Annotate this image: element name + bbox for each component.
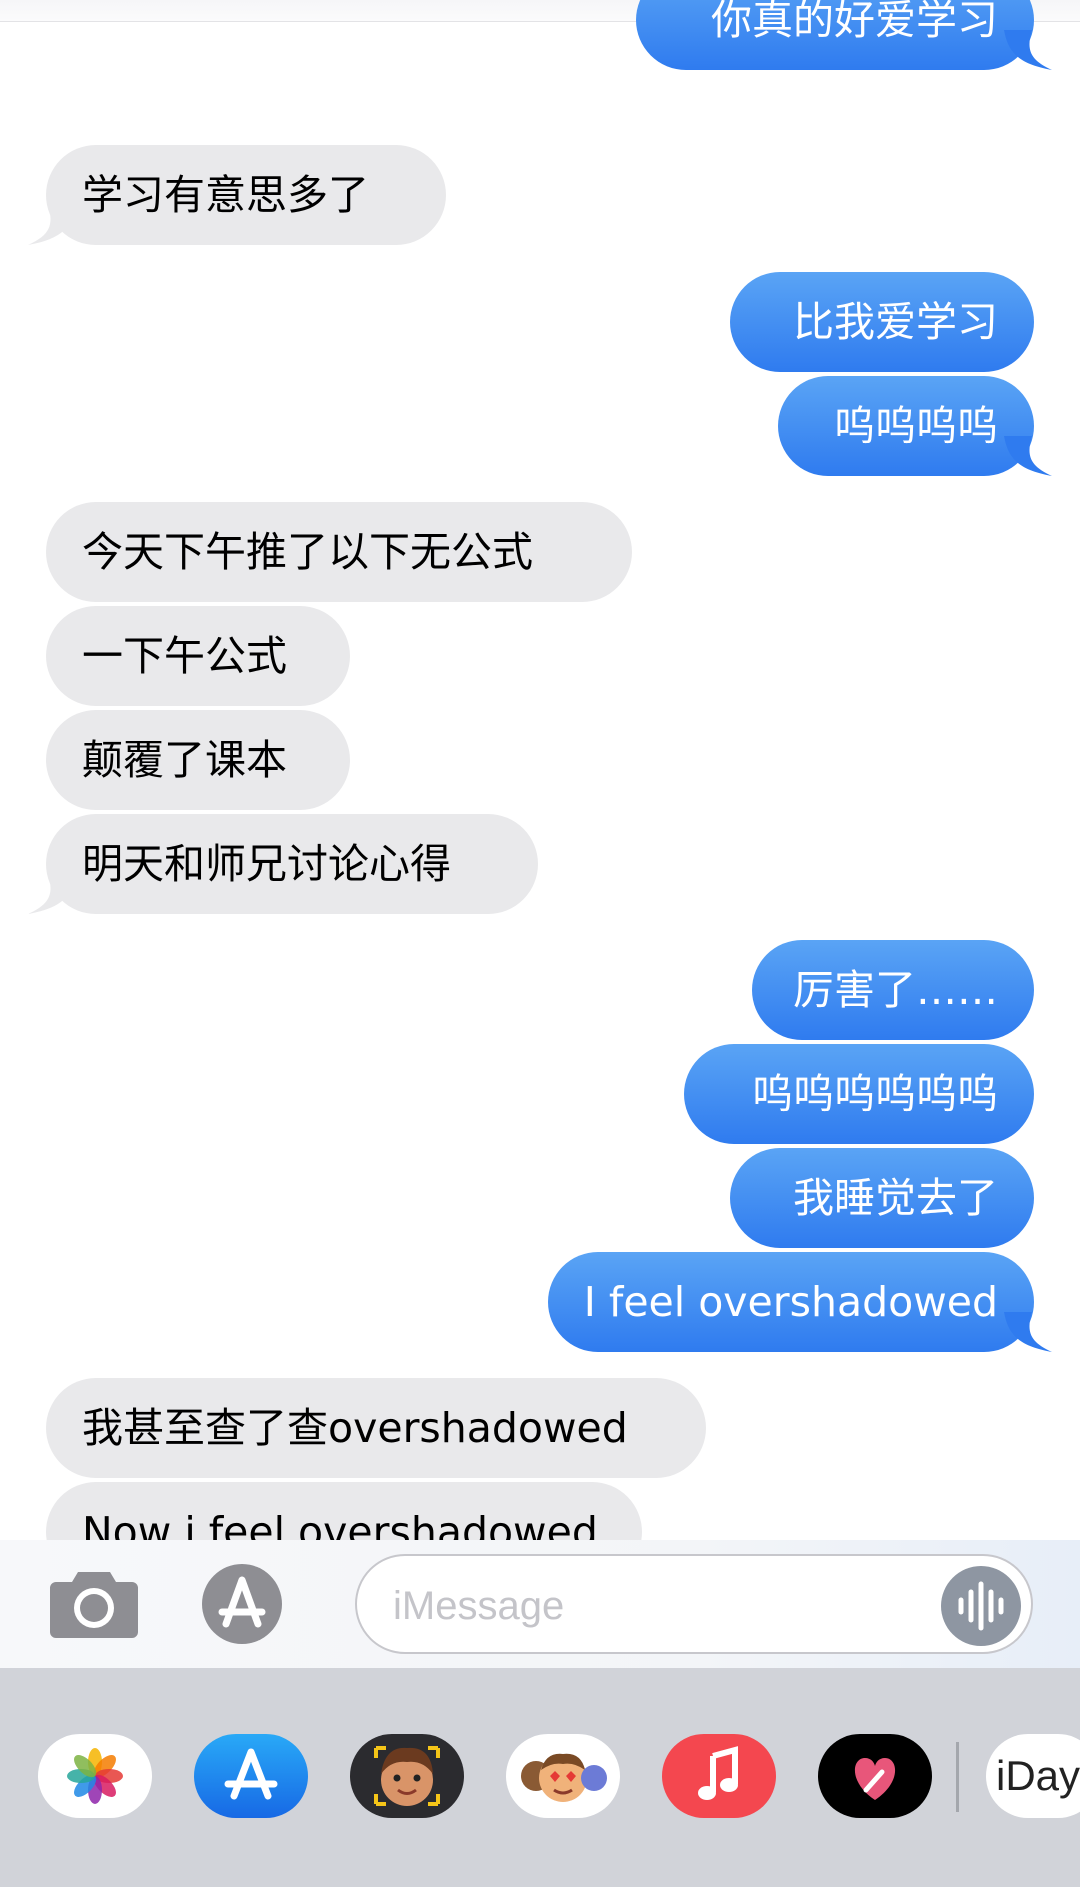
outgoing-bubble-tail bbox=[1004, 30, 1052, 70]
message-thread[interactable]: 你真的好爱学习学习有意思多了比我爱学习 呜呜呜呜今天下午推了以下无公式 一下午公式颠… bbox=[0, 0, 1080, 1540]
heart-icon bbox=[854, 1758, 896, 1800]
animoji-icon bbox=[521, 1753, 607, 1802]
incoming-bubble-tail bbox=[28, 874, 76, 914]
outgoing-message-bubble[interactable]: 我睡觉去了 bbox=[730, 1148, 1034, 1248]
digital-touch-app[interactable] bbox=[818, 1734, 932, 1818]
incoming-message-bubble[interactable]: Now i feel overshadowed bbox=[46, 1482, 642, 1540]
memoji-icon bbox=[374, 1746, 440, 1806]
outgoing-message-bubble[interactable]: 呜呜呜呜呜呜 bbox=[684, 1044, 1034, 1144]
outgoing-message-bubble[interactable]: 比我爱学习 bbox=[730, 272, 1034, 372]
outgoing-message-bubble[interactable]: I feel overshadowed bbox=[547, 1252, 1034, 1352]
music-app[interactable] bbox=[662, 1734, 776, 1818]
incoming-message-bubble[interactable]: 今天下午推了以下无公式 bbox=[46, 502, 632, 602]
camera-button[interactable] bbox=[48, 1568, 140, 1640]
photos-app[interactable] bbox=[38, 1734, 152, 1818]
incoming-bubble-tail bbox=[28, 205, 76, 245]
outgoing-bubble-tail bbox=[1004, 1312, 1052, 1352]
app-store-icon bbox=[224, 1748, 278, 1800]
app-store-icon bbox=[202, 1564, 282, 1644]
compose-bar bbox=[0, 1540, 1080, 1668]
animoji-app[interactable] bbox=[506, 1734, 620, 1818]
incoming-message-bubble[interactable]: 学习有意思多了 bbox=[46, 145, 446, 245]
incoming-message-bubble[interactable]: 一下午公式 bbox=[46, 606, 350, 706]
incoming-message-bubble[interactable]: 明天和师兄讨论心得 bbox=[46, 814, 538, 914]
photos-icon bbox=[67, 1748, 123, 1804]
messages-screen: 你真的好爱学习学习有意思多了比我爱学习 呜呜呜呜今天下午推了以下无公式 一下午公式颠… bbox=[0, 0, 1080, 1887]
audio-record-button[interactable] bbox=[941, 1566, 1021, 1646]
message-input[interactable] bbox=[393, 1576, 933, 1636]
app-store-app[interactable] bbox=[194, 1734, 308, 1818]
incoming-message-bubble[interactable]: 颠覆了课本 bbox=[46, 710, 350, 810]
outgoing-message-bubble[interactable]: 你真的好爱学习 bbox=[636, 0, 1034, 70]
incoming-message-bubble[interactable]: 我甚至查了查overshadowed bbox=[46, 1378, 706, 1478]
drawer-divider bbox=[956, 1742, 959, 1812]
iday-app[interactable]: iDay bbox=[986, 1734, 1080, 1818]
message-input-field[interactable] bbox=[355, 1554, 1033, 1654]
outgoing-message-bubble[interactable]: 厉害了…… bbox=[752, 940, 1034, 1040]
outgoing-bubble-tail bbox=[1004, 436, 1052, 476]
audio-waveform-icon bbox=[958, 1581, 1004, 1631]
iday-icon: iDay bbox=[996, 1752, 1080, 1799]
apps-button[interactable] bbox=[200, 1562, 304, 1646]
outgoing-message-bubble[interactable]: 呜呜呜呜 bbox=[778, 376, 1034, 476]
music-icon bbox=[698, 1746, 738, 1800]
imessage-app-drawer: iDay bbox=[0, 1668, 1080, 1887]
camera-icon bbox=[50, 1572, 138, 1638]
memoji-stickers-app[interactable] bbox=[350, 1734, 464, 1818]
